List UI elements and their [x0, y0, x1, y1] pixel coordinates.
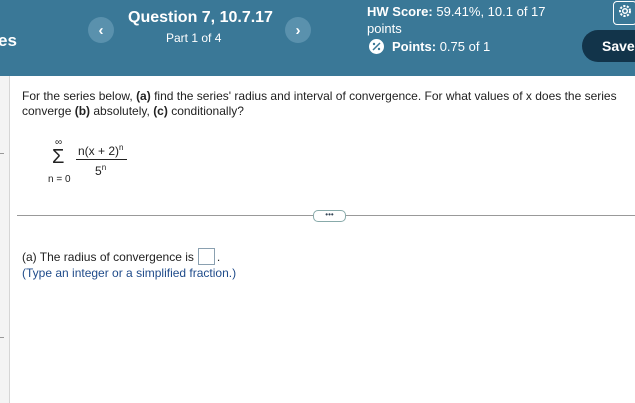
question-text: For the series below, (a) find the serie… [22, 89, 632, 119]
question-part: Part 1 of 4 [166, 31, 222, 45]
points-label: Points: [392, 39, 437, 54]
part-b-label: (b) [74, 104, 91, 118]
previous-question-button[interactable]: ‹ [88, 17, 114, 43]
hw-score: HW Score: 59.41%, 10.1 of 17 points [367, 3, 557, 37]
answer-period: . [216, 249, 221, 264]
expand-divider-button[interactable]: ••• [313, 210, 346, 222]
settings-button[interactable] [613, 1, 635, 25]
question-title: Question 7, 10.7.17 [128, 9, 273, 26]
left-edge-tick [0, 153, 4, 154]
chevron-left-icon: ‹ [98, 21, 104, 39]
part-a-label: (a) [136, 89, 151, 103]
denominator-exponent: n [101, 163, 107, 172]
radius-answer-input[interactable] [197, 248, 215, 265]
left-edge-tick [0, 337, 4, 338]
top-bar: es ‹ Question 7, 10.7.17 Part 1 of 4 › H… [0, 0, 635, 76]
chevron-right-icon: › [295, 21, 301, 39]
fraction-numerator: n(x + 2)n [78, 143, 123, 158]
answer-hint: (Type an integer or a simplified fractio… [22, 266, 237, 280]
part-c-label: (c) [153, 104, 168, 118]
partial-credit-icon [369, 39, 384, 54]
points-value: 0.75 of 1 [439, 39, 491, 54]
numerator-base: n(x + 2) [78, 144, 120, 158]
series-expression: ∞ Σ n = 0 n(x + 2)n 5n [45, 137, 165, 192]
fraction-denominator: 5n [95, 163, 106, 178]
numerator-exponent: n [119, 143, 124, 152]
left-edge-panel [0, 76, 10, 403]
denominator-base: 5 [95, 164, 102, 178]
save-button[interactable]: Save [582, 30, 635, 62]
question-intro: For the series below, [22, 89, 137, 103]
part-c-text: conditionally? [167, 104, 244, 118]
answer-row: (a) The radius of convergence is . [22, 248, 220, 265]
sigma-symbol: Σ [52, 146, 65, 168]
next-question-button[interactable]: › [285, 17, 311, 43]
answer-prompt: (a) The radius of convergence is [22, 249, 194, 264]
part-b-text: absolutely, [90, 104, 154, 118]
fraction-bar [76, 159, 127, 160]
hw-score-label: HW Score: [367, 4, 433, 19]
gear-icon [617, 3, 633, 24]
points-status: Points: 0.75 of 1 [369, 39, 490, 54]
truncated-label: es [0, 31, 17, 50]
sum-lower-limit: n = 0 [48, 174, 71, 185]
